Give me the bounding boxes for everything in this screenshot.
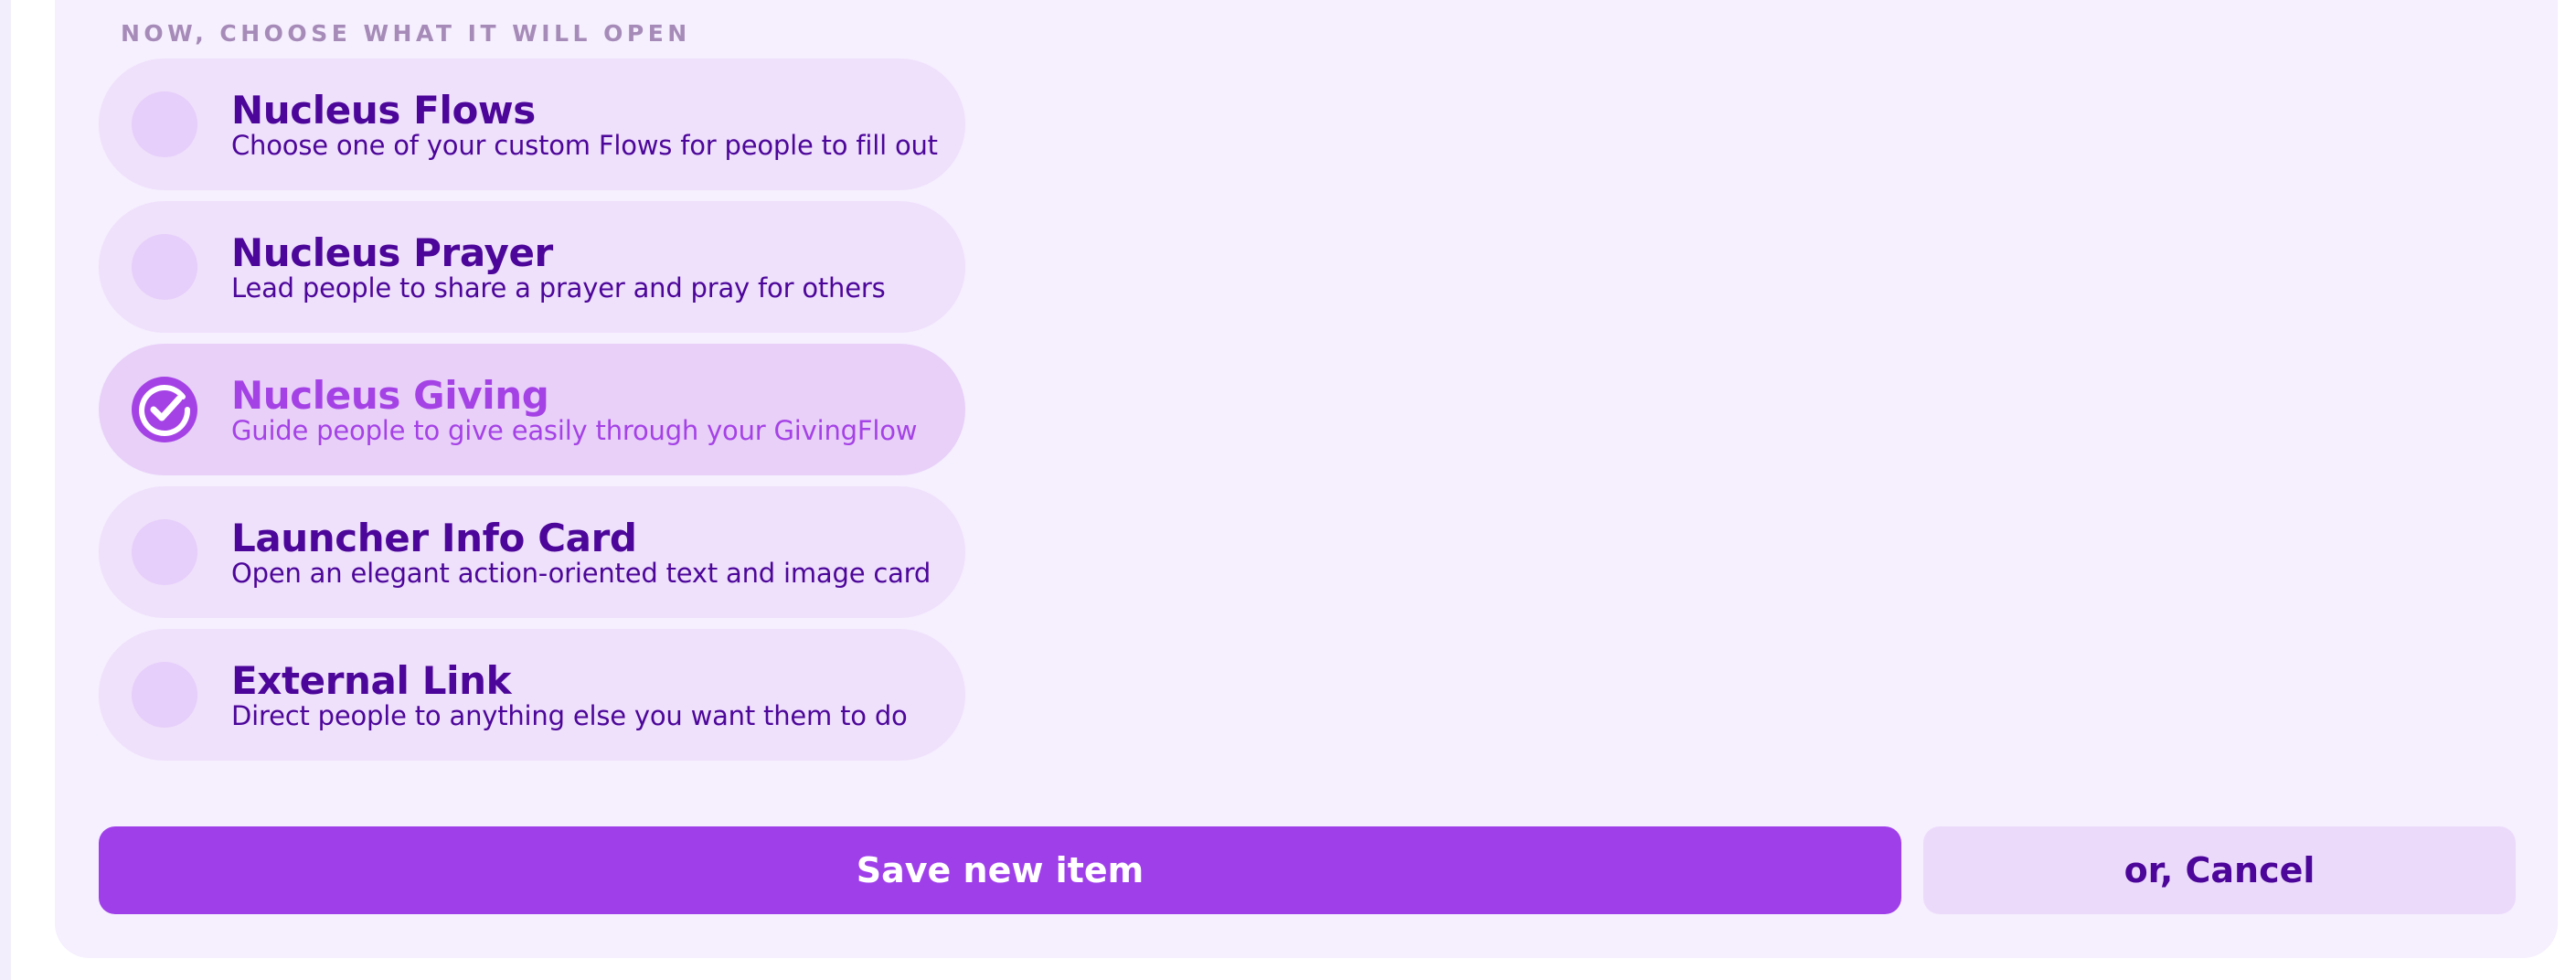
option-title: Nucleus Giving: [231, 373, 549, 418]
option-external-link[interactable]: External Link Direct people to anything …: [99, 629, 965, 761]
option-nucleus-prayer[interactable]: Nucleus Prayer Lead people to share a pr…: [99, 201, 965, 333]
cancel-button[interactable]: or, Cancel: [1923, 826, 2516, 914]
page: NOW, CHOOSE WHAT IT WILL OPEN Nucleus Fl…: [0, 0, 2576, 980]
option-nucleus-flows[interactable]: Nucleus Flows Choose one of your custom …: [99, 59, 965, 190]
radio-unchecked-icon[interactable]: [132, 91, 197, 157]
option-launcher-info-card[interactable]: Launcher Info Card Open an elegant actio…: [99, 486, 965, 618]
option-title: External Link: [231, 658, 512, 703]
radio-unchecked-icon[interactable]: [132, 234, 197, 300]
save-button[interactable]: Save new item: [99, 826, 1901, 914]
option-description: Direct people to anything else you want …: [231, 700, 908, 731]
option-title: Nucleus Prayer: [231, 230, 553, 275]
left-rail: [0, 0, 11, 980]
option-title: Launcher Info Card: [231, 516, 637, 560]
option-description: Guide people to give easily through your…: [231, 415, 918, 446]
option-description: Lead people to share a prayer and pray f…: [231, 272, 886, 304]
check-circle-icon: [132, 377, 197, 442]
option-nucleus-giving[interactable]: Nucleus Giving Guide people to give easi…: [99, 344, 965, 475]
section-label: NOW, CHOOSE WHAT IT WILL OPEN: [121, 20, 691, 47]
radio-unchecked-icon[interactable]: [132, 519, 197, 585]
option-title: Nucleus Flows: [231, 88, 536, 133]
option-description: Open an elegant action-oriented text and…: [231, 558, 931, 589]
destination-options: Nucleus Flows Choose one of your custom …: [99, 59, 965, 772]
radio-checked-icon[interactable]: [132, 377, 197, 442]
option-description: Choose one of your custom Flows for peop…: [231, 130, 938, 161]
radio-unchecked-icon[interactable]: [132, 662, 197, 728]
